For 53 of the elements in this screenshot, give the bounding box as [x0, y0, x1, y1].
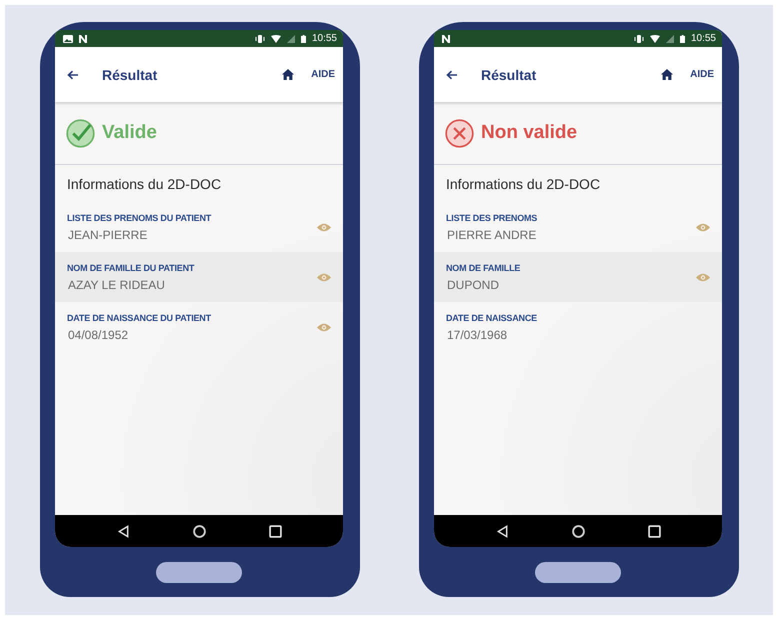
- back-arrow-icon[interactable]: [446, 70, 458, 80]
- result-status: Valide: [102, 122, 157, 144]
- field-row[interactable]: LISTE DES PRENOMS DU PATIENT JEAN-PIERRE: [55, 202, 343, 252]
- back-triangle-icon[interactable]: [116, 524, 130, 538]
- help-link[interactable]: AIDE: [690, 69, 714, 80]
- field-value: PIERRE ANDRE: [446, 228, 538, 242]
- status-time: 10:55: [690, 33, 716, 44]
- n-letter-icon: [79, 34, 87, 42]
- field-label: LISTE DES PRENOMS DU PATIENT: [67, 212, 212, 222]
- field-value: 04/08/1952: [67, 328, 130, 342]
- field-label: DATE DE NAISSANCE DU PATIENT: [67, 312, 212, 322]
- check-circle-icon: [66, 118, 95, 148]
- field-row[interactable]: DATE DE NAISSANCE 17/03/1968: [434, 302, 722, 352]
- signal-icon: [666, 34, 674, 42]
- home-circle-icon[interactable]: [192, 524, 206, 538]
- cross-circle-icon: [445, 118, 474, 148]
- home-icon[interactable]: [282, 69, 294, 80]
- field-row[interactable]: LISTE DES PRENOMS PIERRE ANDRE: [434, 202, 722, 252]
- field-label: NOM DE FAMILLE: [446, 262, 522, 272]
- vibrate-icon: [254, 34, 265, 42]
- field-label: DATE DE NAISSANCE: [446, 312, 538, 322]
- status-time: 10:55: [312, 33, 337, 44]
- result-status: Non valide: [481, 122, 578, 144]
- image-icon: [63, 34, 73, 42]
- help-link[interactable]: AIDE: [311, 69, 335, 80]
- home-button[interactable]: [156, 562, 242, 582]
- screen-title: Résultat: [102, 66, 158, 82]
- field-value: 17/03/1968: [446, 328, 508, 342]
- vibrate-icon: [634, 34, 644, 42]
- square-icon[interactable]: [268, 524, 282, 538]
- battery-icon: [680, 34, 685, 42]
- field-row[interactable]: NOM DE FAMILLE DU PATIENT AZAY LE RIDEAU: [55, 252, 343, 302]
- field-value: AZAY LE RIDEAU: [67, 278, 166, 292]
- field-value: JEAN-PIERRE: [67, 228, 148, 242]
- section-title: Informations du 2D-DOC: [445, 175, 602, 194]
- home-button[interactable]: [535, 562, 621, 582]
- n-letter-icon: [442, 34, 450, 42]
- field-row[interactable]: NOM DE FAMILLE DUPOND: [434, 252, 722, 302]
- wifi-icon: [270, 34, 281, 42]
- field-label: LISTE DES PRENOMS: [446, 212, 538, 222]
- back-triangle-icon[interactable]: [496, 524, 508, 538]
- home-circle-icon[interactable]: [572, 524, 584, 538]
- field-label: NOM DE FAMILLE DU PATIENT: [67, 262, 196, 272]
- signal-icon: [286, 34, 295, 42]
- wifi-icon: [650, 34, 660, 42]
- battery-icon: [300, 34, 306, 42]
- screen-title: Résultat: [481, 66, 538, 82]
- square-icon[interactable]: [648, 524, 660, 538]
- field-row[interactable]: DATE DE NAISSANCE DU PATIENT 04/08/1952: [55, 302, 343, 352]
- home-icon[interactable]: [661, 69, 674, 80]
- back-arrow-icon[interactable]: [67, 70, 79, 80]
- field-value: DUPOND: [446, 278, 500, 292]
- section-title: Informations du 2D-DOC: [66, 175, 222, 194]
